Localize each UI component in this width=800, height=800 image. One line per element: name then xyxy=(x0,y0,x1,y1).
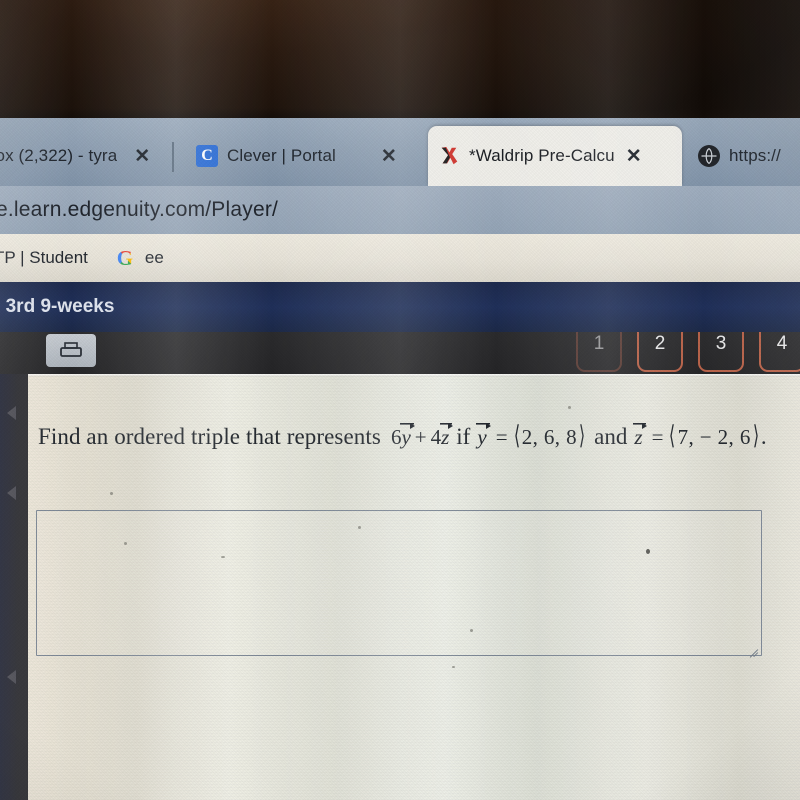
tab-title: box (2,322) - tyra xyxy=(0,146,118,165)
vector-y-components: 2, 6, 8 xyxy=(521,425,577,449)
vector-y-definition: y = ⟨ 2, 6, 8 ⟩ xyxy=(476,420,586,450)
page-top-edge xyxy=(28,374,800,377)
equals-sign: = xyxy=(651,425,664,449)
step-button-4[interactable]: 4 xyxy=(759,332,800,372)
plus-operator: + xyxy=(414,425,427,449)
resize-grip-icon[interactable] xyxy=(746,641,759,658)
vector-variable-y: y xyxy=(400,420,416,450)
step-label: 4 xyxy=(776,333,788,354)
printer-icon[interactable] xyxy=(46,334,96,367)
activity-toolbar: 1 2 3 4 xyxy=(0,332,800,374)
tab-divider xyxy=(172,142,174,172)
photographed-screen: box (2,322) - tyra ✕ C Clever | Portal ✕… xyxy=(0,0,800,800)
bookmark-ee[interactable]: G ee xyxy=(114,246,164,270)
period: . xyxy=(760,424,767,449)
vector-variable-z: z xyxy=(633,420,647,450)
google-g-icon: G xyxy=(114,246,136,270)
step-label: 3 xyxy=(715,333,727,354)
browser-tab-https[interactable]: https:// xyxy=(688,126,800,186)
tab-title: https:// xyxy=(729,146,781,165)
close-icon[interactable]: ✕ xyxy=(626,147,642,166)
and-word: and xyxy=(594,424,628,449)
screen-bezel-top xyxy=(0,0,800,118)
bookmarks-bar: TP | Student G ee xyxy=(0,234,800,282)
caret-right-icon[interactable] xyxy=(7,670,16,684)
bookmark-label: TP | Student xyxy=(0,248,88,267)
edgenuity-x-icon xyxy=(438,145,460,167)
coefficient-6: 6 xyxy=(390,425,402,449)
step-button-2[interactable]: 2 xyxy=(637,332,683,372)
vector-variable-z: z xyxy=(440,420,454,450)
answer-input[interactable] xyxy=(36,510,762,658)
browser-tab-clever[interactable]: C Clever | Portal ✕ xyxy=(186,126,416,186)
left-navigation-rail[interactable] xyxy=(0,374,28,800)
tab-title: *Waldrip Pre-Calcu xyxy=(469,146,615,165)
step-label: 1 xyxy=(593,333,605,354)
url-text: e.learn.edgenuity.com/Player/ xyxy=(0,198,279,221)
bookmark-label: ee xyxy=(144,248,164,267)
expression-6y-plus-4z: 6 y + 4 z xyxy=(390,420,454,450)
step-button-3[interactable]: 3 xyxy=(698,332,744,372)
step-label: 2 xyxy=(654,333,666,354)
close-icon[interactable]: ✕ xyxy=(134,147,150,166)
course-header-bar: - 3rd 9-weeks xyxy=(0,282,800,332)
browser-tab-waldrip-precalc[interactable]: *Waldrip Pre-Calcu ✕ xyxy=(428,126,682,186)
vector-z-definition: z = ⟨ 7, − 2, 6 ⟩ xyxy=(633,420,759,450)
tab-title: Clever | Portal xyxy=(227,146,336,165)
browser-tab-inbox[interactable]: box (2,322) - tyra ✕ xyxy=(0,126,176,186)
caret-right-icon[interactable] xyxy=(7,406,16,420)
coefficient-4: 4 xyxy=(430,425,442,449)
close-icon[interactable]: ✕ xyxy=(381,147,397,166)
lesson-content-area: Find an ordered triple that represents 6… xyxy=(28,374,800,800)
globe-icon xyxy=(698,145,720,167)
course-title: - 3rd 9-weeks xyxy=(0,296,115,317)
equals-sign: = xyxy=(495,425,508,449)
question-text: Find an ordered triple that represents 6… xyxy=(38,420,798,450)
step-button-1[interactable]: 1 xyxy=(576,332,622,372)
vector-z-components: 7, − 2, 6 xyxy=(677,425,751,449)
if-word: if xyxy=(456,424,471,449)
browser-tab-strip: box (2,322) - tyra ✕ C Clever | Portal ✕… xyxy=(0,118,800,186)
caret-right-icon[interactable] xyxy=(7,486,16,500)
vector-variable-y: y xyxy=(476,420,492,450)
bookmark-tp-student[interactable]: TP | Student xyxy=(0,248,88,268)
clever-c-icon: C xyxy=(196,145,218,167)
question-prompt: Find an ordered triple that represents xyxy=(38,424,381,449)
address-bar[interactable]: e.learn.edgenuity.com/Player/ xyxy=(0,186,800,234)
